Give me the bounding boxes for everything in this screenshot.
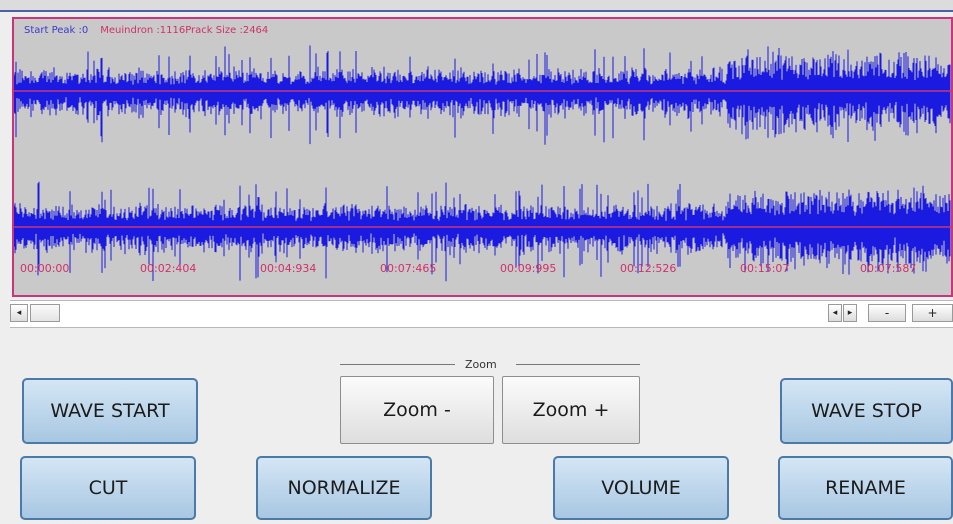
timecode-label: 00:02:404 [140,262,197,275]
horizontal-scrollbar[interactable]: ◂ ◂ ▸ - + [10,300,953,328]
normalize-button[interactable]: NORMALIZE [256,456,432,520]
rename-button[interactable]: RENAME [778,456,953,520]
zoom-group-label: Zoom [465,358,497,371]
nav-right-button[interactable]: ▸ [843,304,857,322]
zoom-in-small-button[interactable]: + [912,304,953,322]
nav-left-button[interactable]: ◂ [828,304,842,322]
waveform-info-detail: Meuindron :1116Prack Size :2464 [100,25,269,36]
divider [340,364,455,365]
zoom-out-button[interactable]: Zoom - [340,376,494,444]
arrow-left-icon: ◂ [16,308,22,318]
wave-stop-button[interactable]: WAVE STOP [780,378,953,444]
waveform-channel-1 [14,45,951,145]
zoom-group: Zoom [340,358,640,372]
timecode-label: 00:15:07 [740,262,790,275]
scroll-thumb[interactable] [30,304,60,322]
timecode-label: 00:07:465 [380,262,437,275]
divider [516,364,640,365]
arrow-left-icon: ◂ [832,308,838,318]
start-peak-label: Start Peak :0 [24,25,89,36]
timecode-label: 00:09:995 [500,262,557,275]
timecode-label: 00:07:587 [860,262,917,275]
volume-button[interactable]: VOLUME [553,456,729,520]
waveform-display[interactable]: Start Peak :0 Meuindron :1116Prack Size :… [12,17,953,297]
timecode-label: 00:00:00 [20,262,70,275]
top-bar [0,0,953,12]
waveform-info: Start Peak :0 Meuindron :1116Prack Size :… [24,25,268,36]
cut-button[interactable]: CUT [20,456,196,520]
timecode-label: 00:04:934 [260,262,317,275]
wave-start-button[interactable]: WAVE START [22,378,198,444]
zoom-out-small-button[interactable]: - [868,304,906,322]
arrow-right-icon: ▸ [847,308,853,318]
timecode-label: 00:12:526 [620,262,677,275]
waveform-canvas[interactable] [14,19,951,295]
scroll-left-button[interactable]: ◂ [10,304,28,322]
zoom-in-button[interactable]: Zoom + [502,376,640,444]
